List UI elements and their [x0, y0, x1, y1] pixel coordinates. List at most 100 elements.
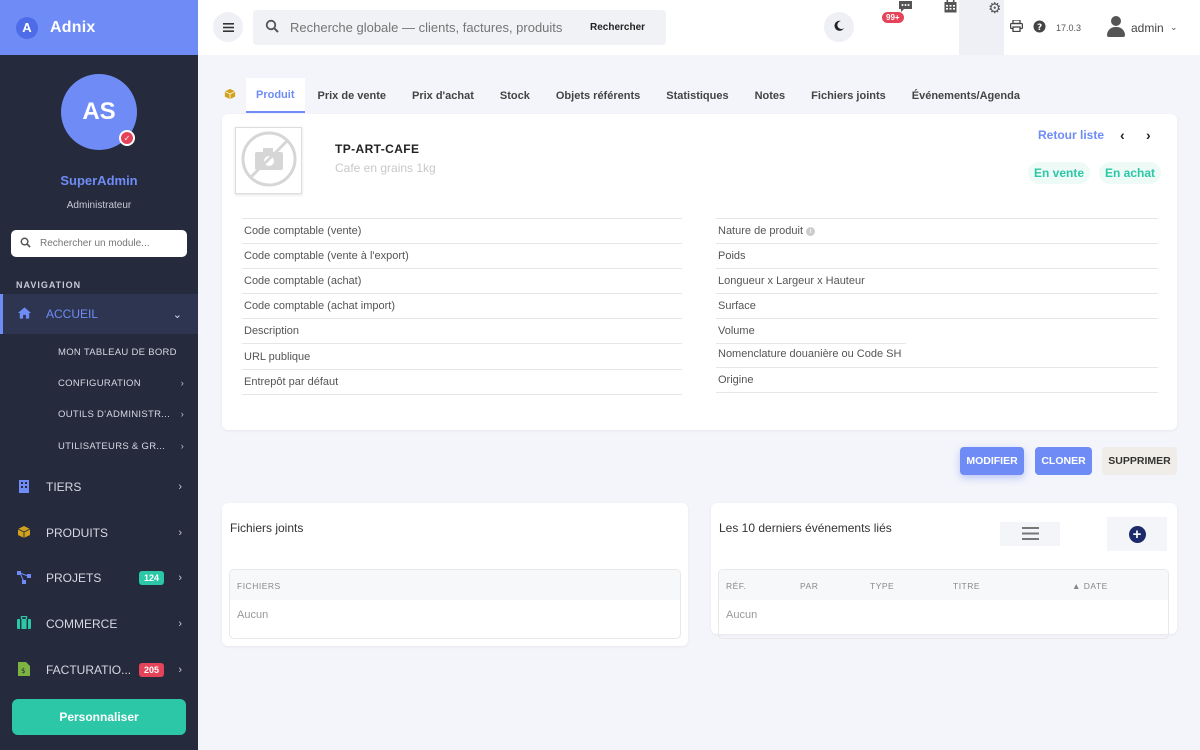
delete-button[interactable]: SUPPRIMER — [1102, 447, 1177, 475]
tab-fichiers-joints[interactable]: Fichiers joints — [798, 78, 899, 113]
clone-button[interactable]: CLONER — [1035, 447, 1092, 475]
add-event-button[interactable]: + — [1107, 517, 1167, 551]
app-version: 17.0.3 — [1056, 23, 1082, 33]
sidebar-item-label: ACCUEIL — [46, 307, 99, 321]
sidebar-item-tiers[interactable]: TIERS › — [0, 467, 198, 507]
modify-button[interactable]: MODIFIER — [960, 447, 1024, 475]
field-description: Description — [242, 318, 682, 343]
column-header-files[interactable]: FICHIERS — [237, 581, 281, 591]
table-empty-row: Aucun — [726, 609, 758, 621]
linked-events-card: Les 10 derniers événements liés + RÉF. P… — [711, 503, 1177, 639]
next-record-button[interactable]: › — [1146, 127, 1151, 143]
product-ref: TP-ART-CAFE — [335, 142, 420, 156]
print-icon[interactable] — [1009, 19, 1024, 35]
tab-produit[interactable]: Produit — [246, 78, 305, 113]
no-photo-icon — [240, 130, 298, 191]
module-search[interactable] — [11, 230, 187, 257]
previous-record-button[interactable]: ‹ — [1120, 127, 1125, 143]
chevron-right-icon: › — [178, 664, 182, 676]
sidebar-item-accueil[interactable]: ACCUEIL ⌄ — [0, 294, 198, 334]
global-search[interactable]: Rechercher — [253, 10, 666, 45]
sidebar-item-label: PRODUITS — [46, 526, 109, 540]
linked-events-table: RÉF. PAR TYPE TITRE ▲ DATE Aucun — [718, 569, 1169, 639]
sidebar-item-projets[interactable]: PROJETS 124 › — [0, 558, 198, 598]
notification-badge[interactable]: 99+ — [882, 12, 904, 23]
column-header-par[interactable]: PAR — [800, 581, 818, 591]
product-photo-placeholder[interactable] — [235, 127, 302, 194]
chevron-right-icon: › — [180, 378, 184, 388]
back-to-list-link[interactable]: Retour liste — [1038, 128, 1104, 142]
personalize-button[interactable]: Personnaliser — [12, 699, 186, 735]
sidebar-item-commerce[interactable]: COMMERCE › — [0, 604, 198, 644]
list-view-button[interactable] — [1000, 522, 1060, 546]
field-surface: Surface — [716, 293, 1158, 318]
field-poids: Poids — [716, 243, 1158, 268]
field-code-comptable-vente-export: Code comptable (vente à l'export) — [242, 243, 682, 268]
brand-name: Adnix — [50, 18, 96, 36]
column-header-ref[interactable]: RÉF. — [726, 581, 746, 591]
nav-section-title: NAVIGATION — [16, 280, 82, 290]
box-icon — [17, 525, 31, 542]
user-profile: AS ✓ SuperAdmin Administrateur — [0, 55, 198, 211]
sidebar-item-label: TIERS — [46, 480, 82, 494]
menu-toggle-button[interactable] — [213, 12, 243, 42]
product-tabs: Produit Prix de vente Prix d'achat Stock… — [222, 78, 1033, 113]
invoice-icon: $ — [17, 661, 31, 679]
global-search-input[interactable] — [290, 20, 572, 35]
chevron-down-icon[interactable]: ⌄ — [1170, 22, 1178, 33]
gear-icon[interactable]: ⚙ — [988, 0, 1001, 17]
column-header-titre[interactable]: TITRE — [953, 581, 980, 591]
sidebar-subitem-label: OUTILS D'ADMINISTR... — [58, 409, 171, 420]
chevron-right-icon: › — [180, 409, 184, 419]
profile-name: SuperAdmin — [60, 173, 138, 188]
avatar[interactable]: AS ✓ — [61, 74, 137, 150]
sidebar-subitem-label: UTILISATEURS & GR... — [58, 441, 166, 452]
field-entrepot-defaut: Entrepôt par défaut — [242, 369, 682, 395]
search-button[interactable]: Rechercher — [590, 22, 645, 33]
user-avatar-icon[interactable] — [1106, 16, 1126, 38]
chevron-right-icon: › — [178, 618, 182, 630]
briefcase-icon — [17, 615, 31, 632]
project-icon — [17, 570, 31, 587]
field-origine: Origine — [716, 366, 1158, 393]
module-search-input[interactable] — [40, 238, 180, 249]
field-volume: Volume — [716, 318, 1158, 343]
sidebar-subitem-users-groups[interactable]: UTILISATEURS & GR... › — [58, 441, 188, 452]
help-icon[interactable]: ? — [1033, 20, 1046, 36]
tab-objets-referents[interactable]: Objets référents — [543, 78, 653, 113]
column-header-type[interactable]: TYPE — [870, 581, 894, 591]
product-label: Cafe en grains 1kg — [335, 161, 436, 175]
user-name[interactable]: admin — [1131, 21, 1164, 35]
tab-prix-de-vente[interactable]: Prix de vente — [305, 78, 399, 113]
home-icon — [17, 306, 32, 323]
chevron-right-icon: › — [178, 572, 182, 584]
tab-prix-d-achat[interactable]: Prix d'achat — [399, 78, 487, 113]
sidebar-subitem-dashboard[interactable]: MON TABLEAU DE BORD — [58, 347, 188, 358]
status-badge-sell: En vente — [1028, 162, 1091, 184]
field-nature-produit: Nature de produit i — [716, 218, 1158, 243]
calendar-icon[interactable] — [944, 0, 957, 16]
table-empty-row: Aucun — [237, 609, 269, 621]
tab-notes[interactable]: Notes — [742, 78, 799, 113]
brand-header[interactable]: A Adnix — [0, 0, 198, 55]
sidebar-subitem-configuration[interactable]: CONFIGURATION › — [58, 378, 188, 389]
column-header-date[interactable]: ▲ DATE — [1072, 581, 1108, 591]
dark-mode-toggle[interactable] — [824, 12, 854, 42]
sidebar-item-facturation[interactable]: $ FACTURATIO... 205 › — [0, 650, 198, 690]
sidebar-item-produits[interactable]: PRODUITS › — [0, 513, 198, 553]
status-badge-buy: En achat — [1099, 162, 1162, 184]
sidebar-subitem-admin-tools[interactable]: OUTILS D'ADMINISTR... › — [58, 409, 188, 420]
profile-role: Administrateur — [66, 200, 132, 211]
avatar-initials: AS — [82, 98, 116, 125]
svg-text:$: $ — [21, 667, 25, 675]
sidebar-subitem-label: MON TABLEAU DE BORD — [58, 347, 177, 358]
topbar: Rechercher 99+ ⚙ ? 17.0.3 admin ⌄ — [198, 0, 1200, 55]
tab-stock[interactable]: Stock — [487, 78, 543, 113]
info-icon[interactable]: i — [806, 226, 815, 236]
hamburger-icon — [222, 20, 234, 35]
table-header: RÉF. PAR TYPE TITRE ▲ DATE — [719, 570, 1168, 600]
search-icon — [265, 19, 279, 36]
tab-statistiques[interactable]: Statistiques — [653, 78, 741, 113]
tab-evenements-agenda[interactable]: Événements/Agenda — [899, 78, 1033, 113]
sidebar: A Adnix AS ✓ SuperAdmin Administrateur N… — [0, 0, 198, 750]
